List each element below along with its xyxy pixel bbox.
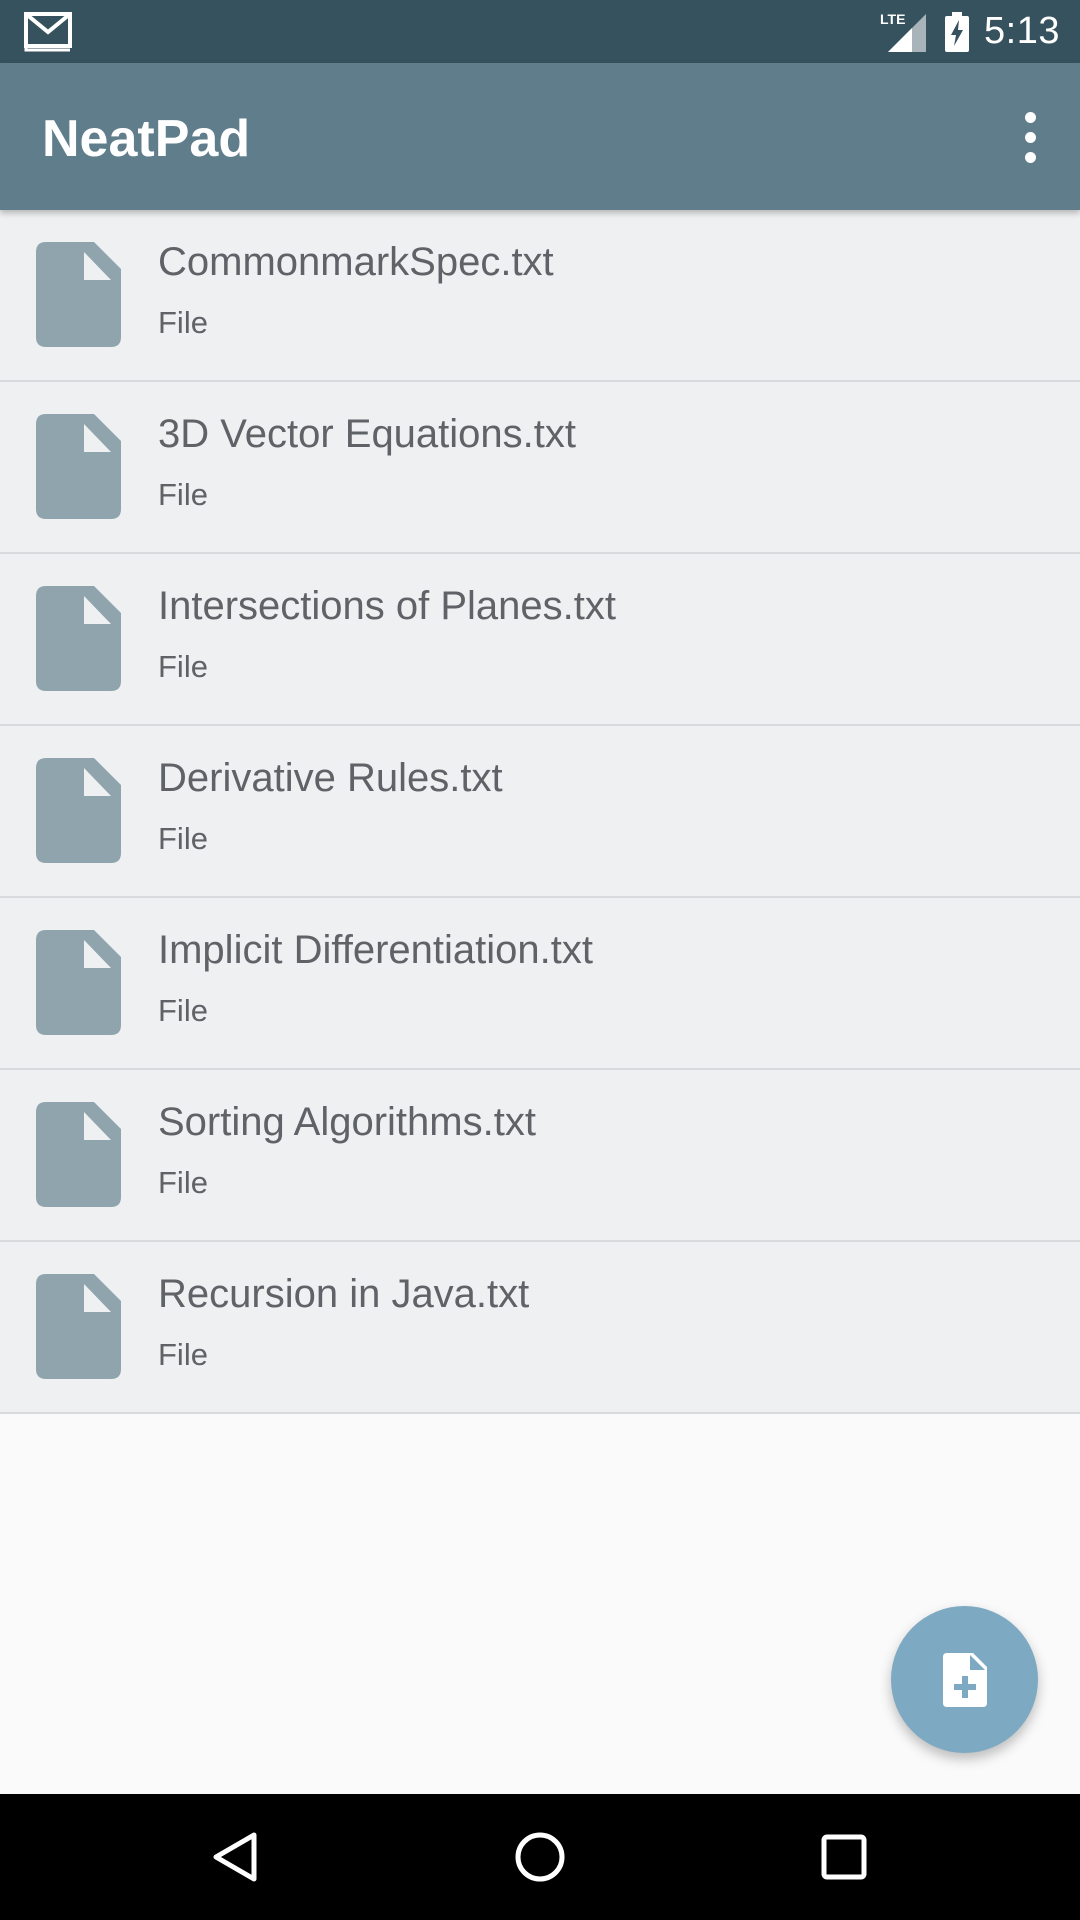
app-bar: NeatPad (0, 63, 1080, 210)
file-name: Intersections of Planes.txt (158, 584, 617, 628)
app-title: NeatPad (42, 110, 251, 168)
file-icon (36, 586, 121, 691)
file-icon (36, 930, 121, 1035)
file-icon (36, 1274, 121, 1379)
file-type: File (158, 1165, 208, 1200)
file-icon (36, 242, 121, 347)
file-icon (36, 758, 121, 863)
file-type: File (158, 993, 208, 1028)
back-icon[interactable] (206, 1827, 266, 1887)
file-list: CommonmarkSpec.txt File 3D Vector Equati… (0, 210, 1080, 1414)
file-name: Sorting Algorithms.txt (158, 1100, 536, 1144)
gmail-icon (24, 12, 72, 52)
status-bar: LTE 5:13 (0, 0, 1080, 63)
home-icon[interactable] (510, 1827, 570, 1887)
file-name: Implicit Differentiation.txt (158, 928, 593, 972)
file-type: File (158, 649, 208, 684)
file-list-item[interactable]: 3D Vector Equations.txt File (0, 382, 1080, 554)
file-icon (36, 414, 121, 519)
more-vert-icon[interactable] (1000, 99, 1060, 175)
file-icon (36, 1102, 121, 1207)
navigation-bar (0, 1794, 1080, 1920)
file-type: File (158, 477, 208, 512)
file-type: File (158, 1337, 208, 1372)
network-label: LTE (880, 11, 905, 27)
note-add-icon (942, 1652, 987, 1707)
file-type: File (158, 821, 208, 856)
new-file-button[interactable] (891, 1606, 1038, 1753)
file-name: 3D Vector Equations.txt (158, 412, 577, 456)
recents-icon[interactable] (814, 1827, 874, 1887)
file-name: CommonmarkSpec.txt (158, 240, 554, 284)
file-name: Recursion in Java.txt (158, 1272, 530, 1316)
file-list-item[interactable]: Implicit Differentiation.txt File (0, 898, 1080, 1070)
file-list-item[interactable]: Intersections of Planes.txt File (0, 554, 1080, 726)
lte-signal-icon: LTE (880, 11, 927, 52)
battery-charging-icon (945, 11, 970, 52)
file-list-item[interactable]: Sorting Algorithms.txt File (0, 1070, 1080, 1242)
file-list-item[interactable]: Derivative Rules.txt File (0, 726, 1080, 898)
file-list-item[interactable]: Recursion in Java.txt File (0, 1242, 1080, 1414)
file-list-item[interactable]: CommonmarkSpec.txt File (0, 210, 1080, 382)
file-type: File (158, 305, 208, 340)
status-time: 5:13 (984, 10, 1060, 52)
file-name: Derivative Rules.txt (158, 756, 503, 800)
